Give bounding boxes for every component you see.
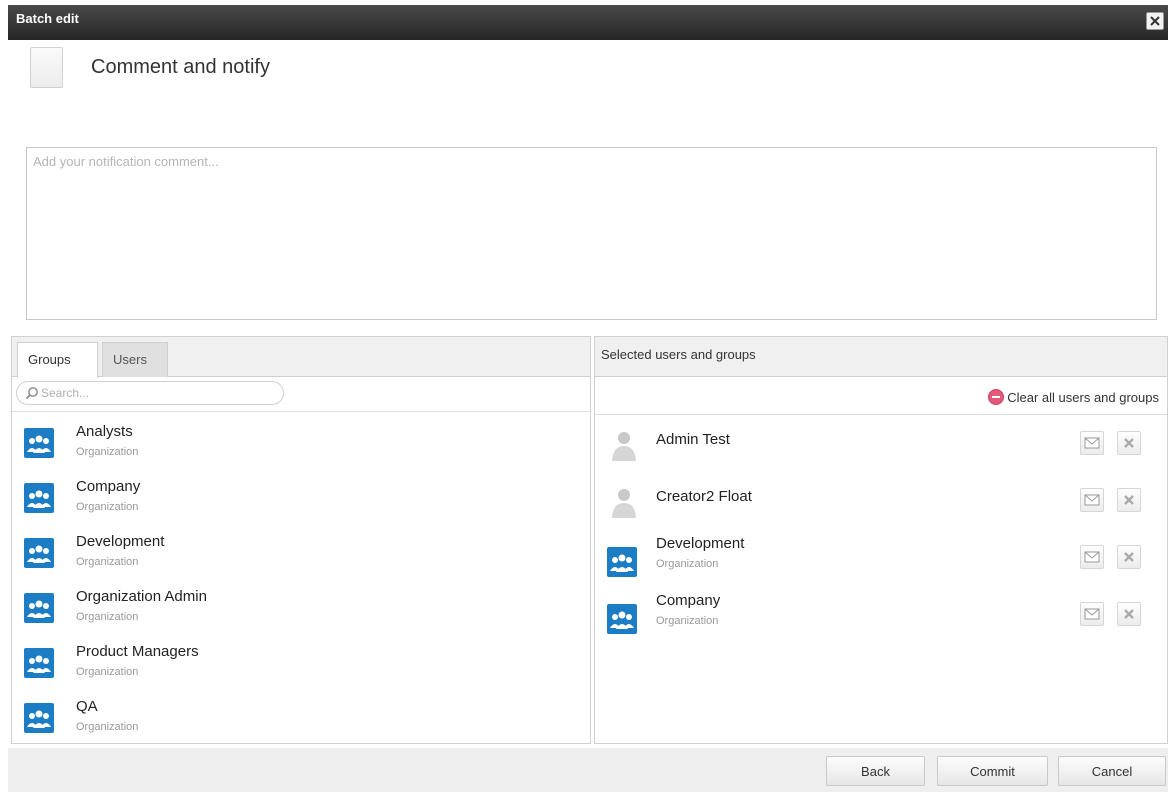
- item-actions: [1071, 431, 1141, 455]
- list-item[interactable]: QA Organization: [12, 687, 590, 742]
- group-icon: [24, 648, 54, 678]
- item-type: Organization: [76, 501, 139, 513]
- user-icon: [612, 432, 636, 461]
- back-button[interactable]: Back: [826, 756, 925, 786]
- item-name: Admin Test: [656, 431, 730, 448]
- tab-users[interactable]: Users: [102, 342, 168, 377]
- group-icon: [607, 547, 637, 577]
- search-box: [16, 381, 284, 405]
- item-actions: [1071, 545, 1141, 569]
- list-item[interactable]: Product Managers Organization: [12, 632, 590, 687]
- commit-button[interactable]: Commit: [937, 756, 1048, 786]
- close-icon[interactable]: [1146, 12, 1164, 30]
- item-name: Development: [76, 533, 165, 550]
- selected-item: Admin Test: [595, 417, 1167, 474]
- group-icon: [24, 538, 54, 568]
- item-name: QA: [76, 698, 98, 715]
- item-type: Organization: [76, 556, 139, 568]
- remove-icon[interactable]: [1117, 431, 1141, 455]
- item-name: Organization Admin: [76, 588, 207, 605]
- item-name: Product Managers: [76, 643, 199, 660]
- remove-icon[interactable]: [1117, 488, 1141, 512]
- search-input[interactable]: [41, 385, 271, 401]
- search-icon: [25, 386, 39, 405]
- dialog-titlebar: Batch edit: [8, 5, 1168, 40]
- group-list: Analysts Organization Company Organizati…: [12, 411, 590, 742]
- item-name: Company: [76, 478, 141, 495]
- group-icon: [24, 428, 54, 458]
- section-title: Comment and notify: [91, 56, 270, 78]
- remove-icon[interactable]: [1117, 545, 1141, 569]
- group-icon: [607, 604, 637, 634]
- available-groups-panel: Groups Users Analysts Organization Compa…: [11, 336, 591, 744]
- dialog-title: Batch edit: [16, 11, 79, 26]
- item-type: Organization: [656, 558, 719, 570]
- clear-all-label: Clear all users and groups: [1007, 390, 1159, 405]
- clear-all-button[interactable]: Clear all users and groups: [988, 389, 1159, 405]
- group-icon: [24, 703, 54, 733]
- item-type: Organization: [656, 615, 719, 627]
- list-item[interactable]: Organization Admin Organization: [12, 577, 590, 632]
- selected-panel-title: Selected users and groups: [595, 337, 1167, 377]
- item-actions: [1071, 488, 1141, 512]
- list-item[interactable]: Company Organization: [12, 467, 590, 522]
- item-type: Organization: [76, 721, 139, 733]
- email-toggle-icon[interactable]: [1079, 545, 1104, 569]
- item-name: Creator2 Float: [656, 488, 752, 505]
- item-name: Analysts: [76, 423, 133, 440]
- selected-item: Development Organization: [595, 531, 1167, 588]
- dialog-footer: Back Commit Cancel: [8, 748, 1168, 792]
- comment-textarea[interactable]: [26, 147, 1157, 320]
- clear-row: Clear all users and groups: [595, 377, 1167, 415]
- remove-icon[interactable]: [1117, 602, 1141, 626]
- tab-groups[interactable]: Groups: [17, 342, 98, 378]
- item-name: Company: [656, 592, 721, 609]
- item-type: Organization: [76, 611, 139, 623]
- list-item[interactable]: Analysts Organization: [12, 412, 590, 467]
- remove-circle-icon: [988, 389, 1005, 405]
- item-type: Organization: [76, 446, 139, 458]
- item-type: Organization: [76, 666, 139, 678]
- item-name: Development: [656, 535, 745, 552]
- group-icon: [24, 483, 54, 513]
- email-toggle-icon[interactable]: [1079, 488, 1104, 512]
- notify-checkbox[interactable]: [30, 47, 63, 88]
- user-icon: [612, 489, 636, 518]
- selected-item: Creator2 Float: [595, 474, 1167, 531]
- email-toggle-icon[interactable]: [1079, 431, 1104, 455]
- cancel-button[interactable]: Cancel: [1058, 756, 1166, 786]
- selected-panel: Selected users and groups Clear all user…: [594, 336, 1168, 744]
- list-item[interactable]: Development Organization: [12, 522, 590, 577]
- selected-list: Admin Test Creator2 Float Development Or…: [595, 417, 1167, 645]
- email-toggle-icon[interactable]: [1079, 602, 1104, 626]
- item-actions: [1071, 602, 1141, 626]
- selected-item: Company Organization: [595, 588, 1167, 645]
- tab-bar: Groups Users: [12, 337, 590, 378]
- group-icon: [24, 593, 54, 623]
